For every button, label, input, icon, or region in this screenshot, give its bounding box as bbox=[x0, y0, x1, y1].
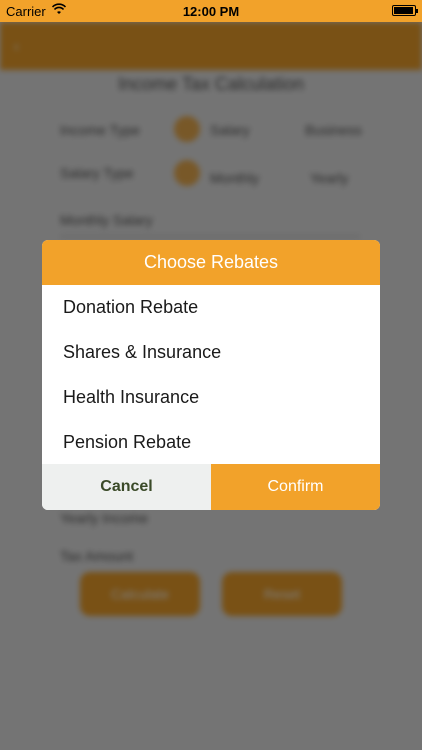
status-bar: Carrier 12:00 PM bbox=[0, 0, 422, 22]
status-time: 12:00 PM bbox=[182, 4, 240, 19]
rebate-option-health-insurance[interactable]: Health Insurance bbox=[42, 375, 380, 420]
battery-icon bbox=[392, 5, 418, 16]
rebate-options-list: Donation Rebate Shares & Insurance Healt… bbox=[42, 285, 380, 465]
rebate-option-pension[interactable]: Pension Rebate bbox=[42, 420, 380, 465]
cancel-button[interactable]: Cancel bbox=[42, 464, 211, 510]
app-screen: ‹ Income Tax Calculation Income Type Sal… bbox=[0, 0, 422, 750]
dialog-title: Choose Rebates bbox=[42, 240, 380, 285]
confirm-button[interactable]: Confirm bbox=[211, 464, 380, 510]
dialog-actions: Cancel Confirm bbox=[42, 464, 380, 510]
rebate-option-donation[interactable]: Donation Rebate bbox=[42, 285, 380, 330]
rebate-option-shares-insurance[interactable]: Shares & Insurance bbox=[42, 330, 380, 375]
choose-rebates-dialog: Choose Rebates Donation Rebate Shares & … bbox=[42, 240, 380, 510]
